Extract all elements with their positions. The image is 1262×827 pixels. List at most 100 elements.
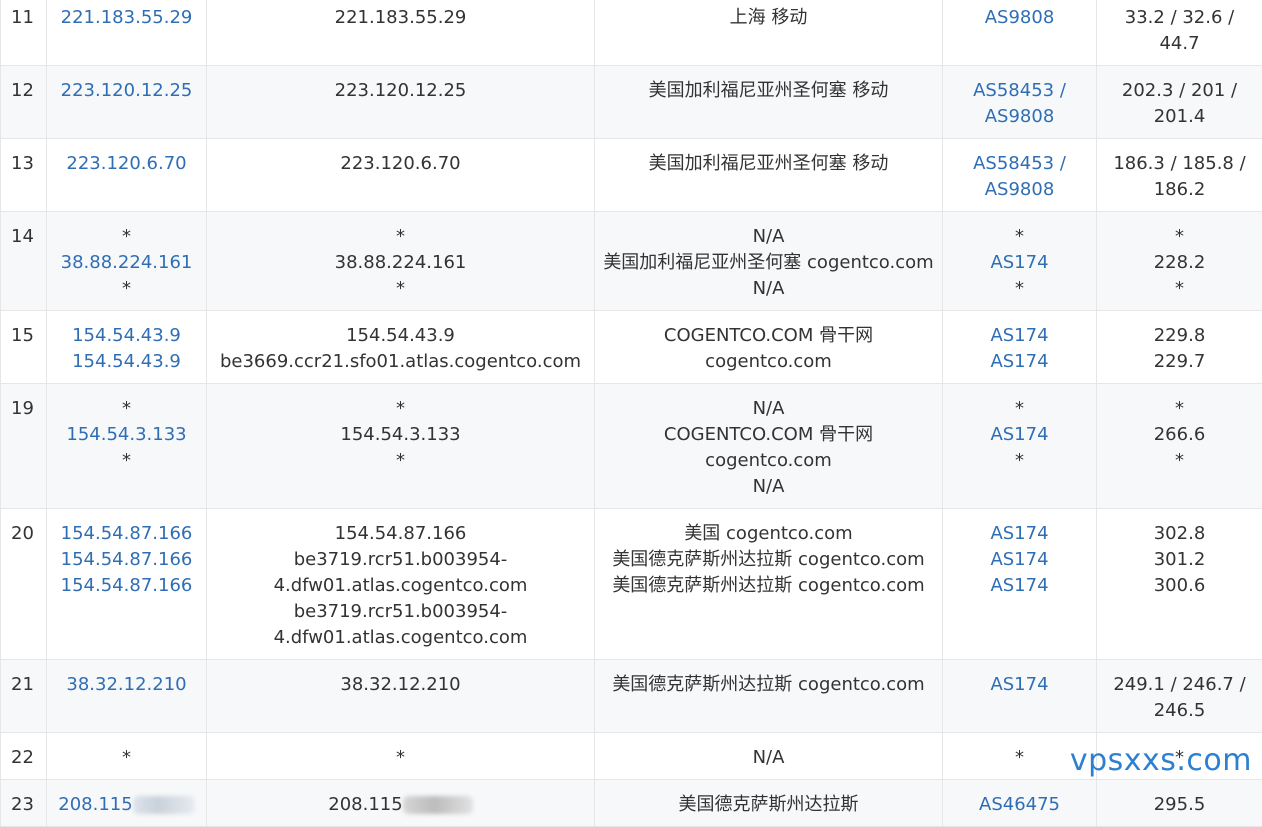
hostname-cell: 154.54.87.166be3719.rcr51.b003954-​4.dfw…: [207, 509, 595, 660]
redacted-blur: [403, 796, 473, 814]
ip-value[interactable]: 38.88.224.161: [53, 250, 200, 276]
asn-cell: AS174AS174AS174: [943, 509, 1097, 660]
hostname-cell: 208.115: [207, 780, 595, 827]
latency-cell: 186.3 / 185.8 / 186.2: [1097, 139, 1262, 212]
location-value: COGENTCO.COM 骨干网: [601, 422, 936, 448]
hostname-cell: 221.183.55.29: [207, 0, 595, 66]
asn-value: *: [949, 224, 1090, 250]
asn-value[interactable]: AS174: [949, 521, 1090, 547]
hop-number: 22: [1, 733, 47, 780]
ip-cell: 223.120.12.25: [47, 66, 207, 139]
asn-cell: *AS174*: [943, 384, 1097, 509]
location-value: 美国加利福尼亚州圣何塞 移动: [601, 78, 936, 104]
location-cell: COGENTCO.COM 骨干网cogentco.com: [595, 311, 943, 384]
hostname-cell: *: [207, 733, 595, 780]
latency-cell: 33.2 / 32.6 / 44.7: [1097, 0, 1262, 66]
latency-cell: 295.5: [1097, 780, 1262, 827]
hostname-cell: 223.120.6.70: [207, 139, 595, 212]
location-value: 美国德克萨斯州达拉斯: [601, 792, 936, 818]
table-row: 13223.120.6.70223.120.6.70美国加利福尼亚州圣何塞 移动…: [1, 139, 1262, 212]
ip-cell: 223.120.6.70: [47, 139, 207, 212]
hop-number: 11: [1, 0, 47, 66]
ip-value[interactable]: 221.183.55.29: [53, 5, 200, 31]
location-cell: 美国德克萨斯州达拉斯: [595, 780, 943, 827]
ip-value: *: [53, 745, 200, 771]
location-value: COGENTCO.COM 骨干网: [601, 323, 936, 349]
asn-value[interactable]: AS9808: [949, 5, 1090, 31]
location-value: N/A: [601, 276, 936, 302]
location-value: N/A: [601, 474, 936, 500]
ip-value[interactable]: 154.54.87.166: [53, 573, 200, 599]
ip-value: *: [53, 276, 200, 302]
ip-value[interactable]: 154.54.3.133: [53, 422, 200, 448]
ip-cell: 154.54.43.9154.54.43.9: [47, 311, 207, 384]
host-value: 154.54.43.9: [213, 323, 588, 349]
ip-value[interactable]: 38.32.12.210: [53, 672, 200, 698]
hostname-cell: 38.32.12.210: [207, 660, 595, 733]
hostname-cell: *38.88.224.161*: [207, 212, 595, 311]
asn-value[interactable]: AS174: [949, 323, 1090, 349]
host-value: *: [213, 224, 588, 250]
ip-cell: *38.88.224.161*: [47, 212, 207, 311]
asn-value[interactable]: AS46475: [949, 792, 1090, 818]
asn-value[interactable]: AS174: [949, 672, 1090, 698]
ip-value[interactable]: 154.54.87.166: [53, 521, 200, 547]
host-value: be3719.rcr51.b003954-​4.dfw01.atlas.coge…: [213, 547, 588, 599]
rtt-value: 186.3 / 185.8 / 186.2: [1103, 151, 1256, 203]
host-value: 208.115: [328, 794, 402, 815]
location-value: cogentco.com: [601, 448, 936, 474]
rtt-value: 302.8: [1103, 521, 1256, 547]
hop-number: 15: [1, 311, 47, 384]
ip-value[interactable]: 223.120.6.70: [53, 151, 200, 177]
rtt-value: 33.2 / 32.6 / 44.7: [1103, 5, 1256, 57]
asn-value[interactable]: AS174: [949, 422, 1090, 448]
location-cell: N/ACOGENTCO.COM 骨干网cogentco.comN/A: [595, 384, 943, 509]
location-value: cogentco.com: [601, 349, 936, 375]
hop-number: 13: [1, 139, 47, 212]
host-value: 38.88.224.161: [213, 250, 588, 276]
host-value: 223.120.6.70: [213, 151, 588, 177]
asn-value[interactable]: AS174: [949, 547, 1090, 573]
host-value: *: [213, 396, 588, 422]
ip-cell: 221.183.55.29: [47, 0, 207, 66]
rtt-value: 229.7: [1103, 349, 1256, 375]
asn-value[interactable]: AS174: [949, 349, 1090, 375]
hop-number: 14: [1, 212, 47, 311]
latency-cell: *228.2*: [1097, 212, 1262, 311]
rtt-value: *: [1103, 224, 1256, 250]
latency-cell: *266.6*: [1097, 384, 1262, 509]
host-value: 154.54.3.133: [213, 422, 588, 448]
location-value: N/A: [601, 396, 936, 422]
hostname-cell: *154.54.3.133*: [207, 384, 595, 509]
watermark: vpsxxs.com: [1070, 743, 1252, 778]
asn-cell: AS174: [943, 660, 1097, 733]
table-row: 19*154.54.3.133**154.54.3.133*N/ACOGENTC…: [1, 384, 1262, 509]
latency-cell: 249.1 / 246.7 / 246.5: [1097, 660, 1262, 733]
asn-value[interactable]: AS58453 / AS9808: [949, 78, 1090, 130]
asn-value[interactable]: AS174: [949, 250, 1090, 276]
table-row: 2138.32.12.21038.32.12.210美国德克萨斯州达拉斯 cog…: [1, 660, 1262, 733]
ip-value[interactable]: 223.120.12.25: [53, 78, 200, 104]
asn-value: *: [949, 448, 1090, 474]
ip-value[interactable]: 154.54.43.9: [53, 323, 200, 349]
location-value: 美国德克萨斯州达拉斯 cogentco.com: [601, 547, 936, 573]
location-value: 美国德克萨斯州达拉斯 cogentco.com: [601, 573, 936, 599]
ip-cell: *: [47, 733, 207, 780]
location-value: 美国 cogentco.com: [601, 521, 936, 547]
asn-value[interactable]: AS174: [949, 573, 1090, 599]
rtt-value: 202.3 / 201 / 201.4: [1103, 78, 1256, 130]
hop-number: 20: [1, 509, 47, 660]
location-cell: 美国德克萨斯州达拉斯 cogentco.com: [595, 660, 943, 733]
ip-cell: 38.32.12.210: [47, 660, 207, 733]
location-cell: 上海 移动: [595, 0, 943, 66]
ip-value[interactable]: 208.115: [58, 794, 132, 815]
ip-value[interactable]: 154.54.87.166: [53, 547, 200, 573]
table-row: 11221.183.55.29221.183.55.29上海 移动AS98083…: [1, 0, 1262, 66]
ip-value[interactable]: 154.54.43.9: [53, 349, 200, 375]
rtt-value: *: [1103, 448, 1256, 474]
rtt-value: 249.1 / 246.7 / 246.5: [1103, 672, 1256, 724]
ip-value: *: [53, 224, 200, 250]
latency-cell: 302.8301.2300.6: [1097, 509, 1262, 660]
asn-value[interactable]: AS58453 / AS9808: [949, 151, 1090, 203]
host-value: 154.54.87.166: [213, 521, 588, 547]
